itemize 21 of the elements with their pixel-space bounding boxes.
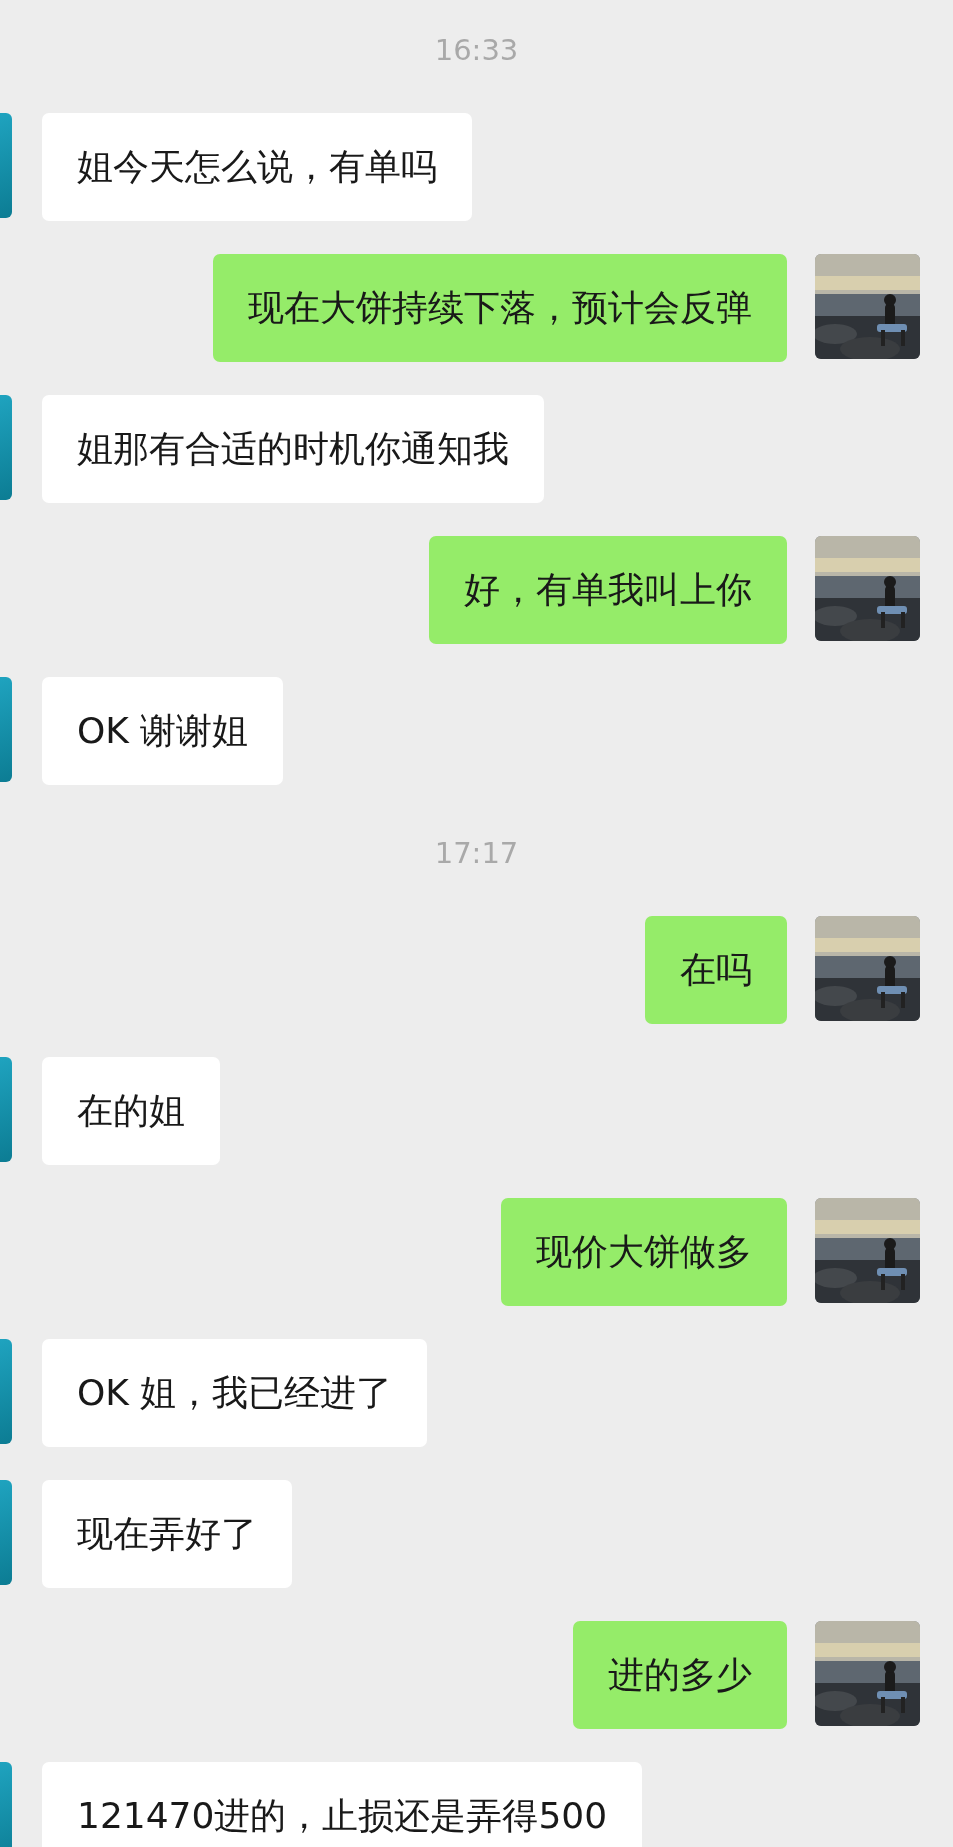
timestamp: 17:17 [434, 835, 519, 872]
avatar[interactable] [0, 1762, 12, 1847]
message-bubble: 好，有单我叫上你 [429, 536, 787, 644]
message-bubble: 现在大饼持续下落，预计会反弹 [213, 254, 787, 362]
message-bubble: 姐今天怎么说，有单吗 [42, 113, 472, 221]
message-bubble: 现在弄好了 [42, 1480, 292, 1588]
message-bubble: OK 姐，我已经进了 [42, 1339, 428, 1447]
avatar[interactable] [0, 1339, 12, 1444]
avatar[interactable] [0, 677, 12, 782]
timestamp: 16:33 [434, 32, 519, 69]
message-bubble: 进的多少 [573, 1621, 787, 1729]
message-bubble: 在的姐 [42, 1057, 220, 1165]
message-bubble: 在吗 [645, 916, 787, 1024]
avatar[interactable] [0, 1057, 12, 1162]
message-bubble: 121470进的，止损还是弄得500 [42, 1762, 643, 1847]
message-bubble: 现价大饼做多 [501, 1198, 787, 1306]
avatar[interactable] [0, 1480, 12, 1585]
message-bubble: OK 谢谢姐 [42, 677, 284, 785]
message-bubble: 姐那有合适的时机你通知我 [42, 395, 544, 503]
avatar[interactable] [0, 395, 12, 500]
avatar[interactable] [0, 113, 12, 218]
